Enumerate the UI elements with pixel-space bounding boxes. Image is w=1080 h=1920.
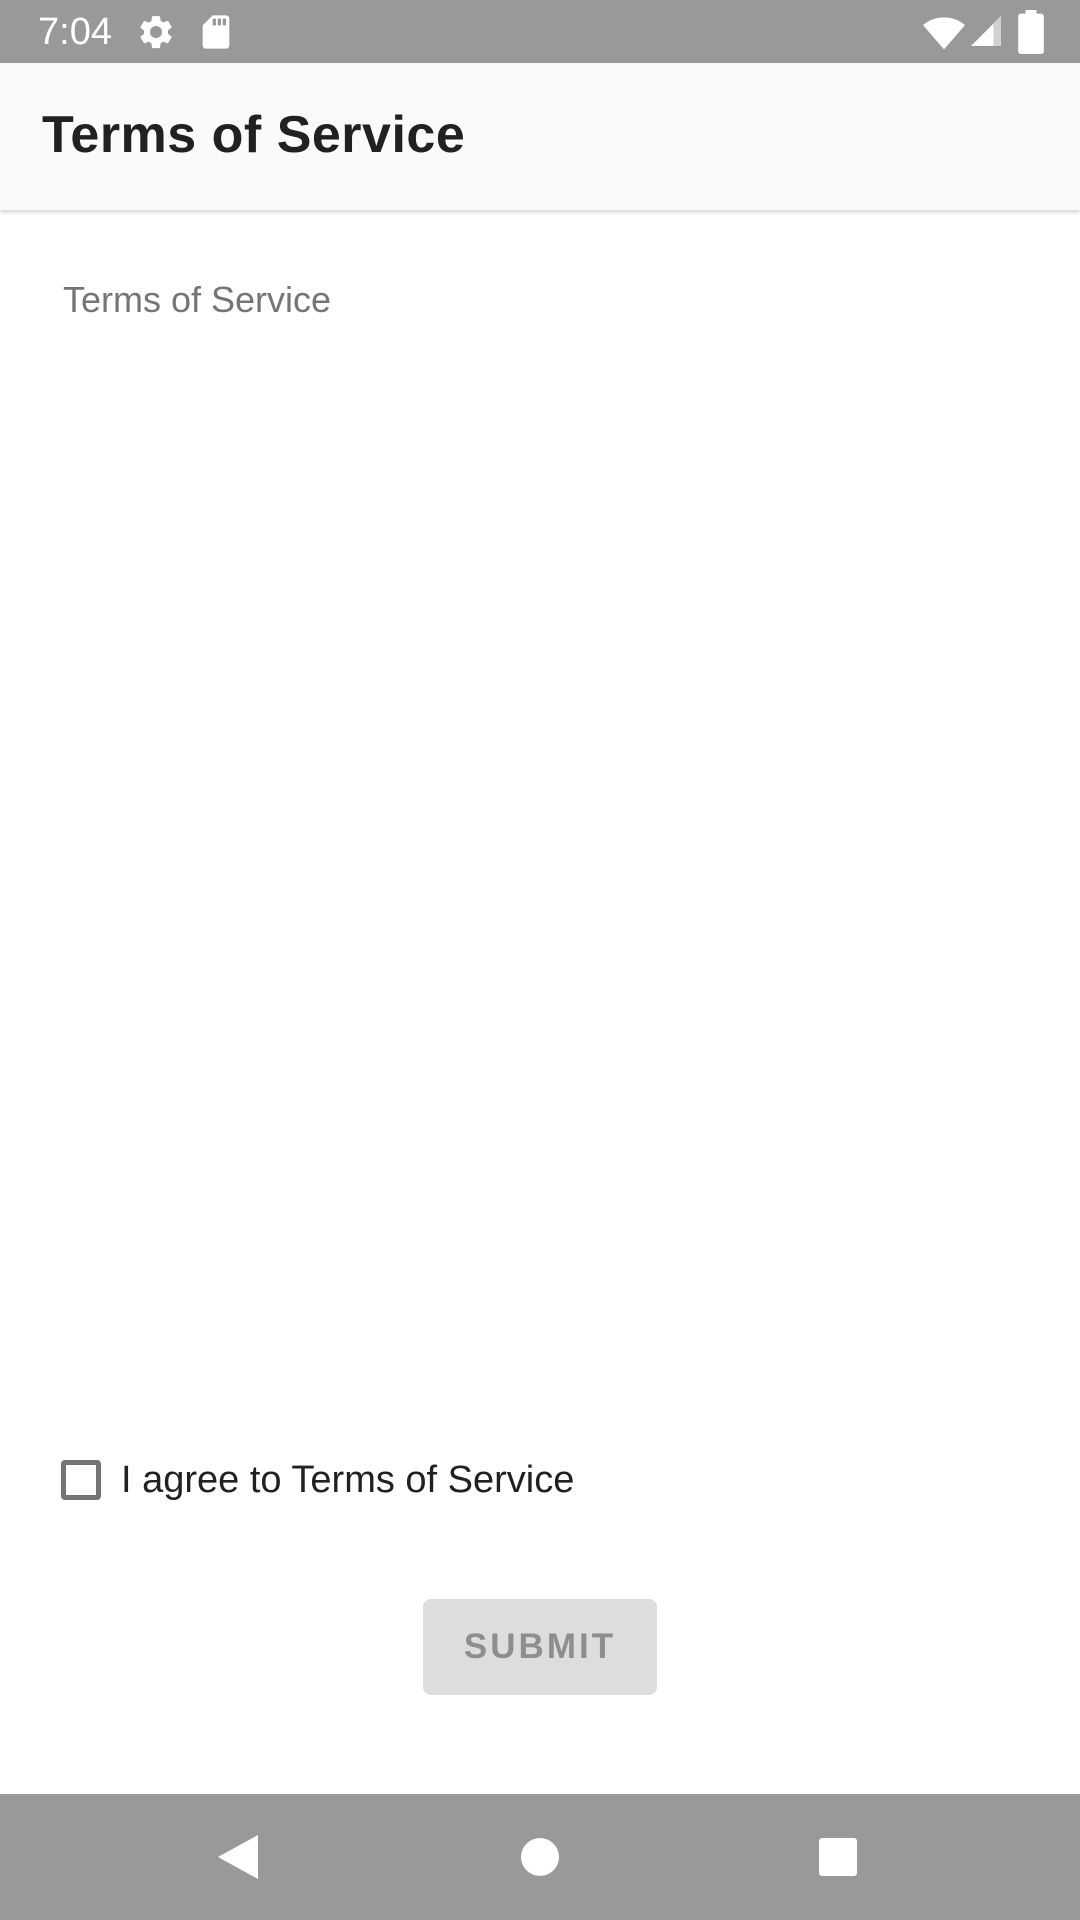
- submit-button[interactable]: SUBMIT: [423, 1599, 657, 1695]
- nav-home-button[interactable]: [460, 1794, 620, 1920]
- page-title: Terms of Service: [42, 106, 466, 164]
- back-icon: [218, 1835, 258, 1879]
- app-bar: Terms of Service: [0, 63, 1080, 210]
- wifi-icon: [922, 17, 966, 50]
- agree-checkbox[interactable]: [61, 1460, 101, 1500]
- recents-icon: [819, 1838, 857, 1876]
- navigation-bar: [0, 1794, 1080, 1920]
- terms-content-text: Terms of Service: [63, 279, 332, 320]
- sd-card-icon: [202, 15, 230, 49]
- status-bar: 7:04: [0, 0, 1080, 63]
- cell-signal-icon: [971, 16, 1001, 46]
- nav-recents-button[interactable]: [758, 1794, 918, 1920]
- battery-icon: [1018, 10, 1044, 54]
- home-icon: [521, 1838, 559, 1876]
- agree-checkbox-row[interactable]: I agree to Terms of Service: [50, 1448, 574, 1512]
- nav-back-button[interactable]: [158, 1794, 318, 1920]
- screen: 7:04 Terms of Service Terms of Service I…: [0, 0, 1080, 1920]
- status-time: 7:04: [38, 11, 112, 53]
- gear-icon: [140, 16, 172, 49]
- agree-checkbox-label[interactable]: I agree to Terms of Service: [121, 1459, 574, 1502]
